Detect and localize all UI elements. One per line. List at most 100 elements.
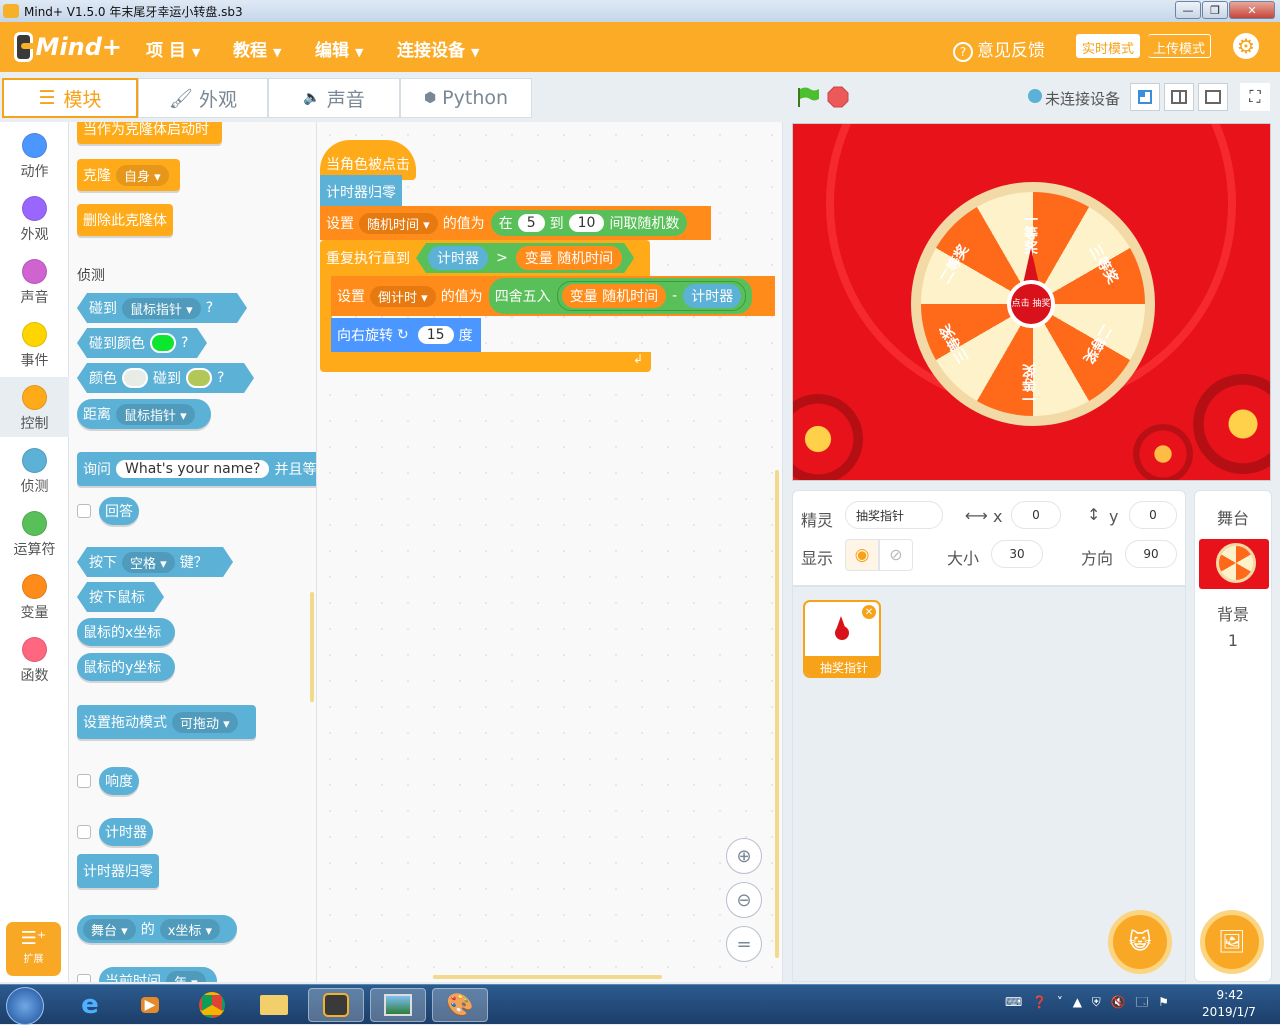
- random-to-input[interactable]: 10: [568, 214, 605, 232]
- media-player-icon[interactable]: ▶: [122, 988, 178, 1022]
- stage-canvas[interactable]: 一等奖 三等奖 二等奖 三等奖 一等奖 二等奖 点击 抽奖: [792, 123, 1271, 481]
- maximize-button[interactable]: ❐: [1202, 1, 1228, 19]
- block-touching[interactable]: 碰到 鼠标指针 ▾?: [77, 293, 247, 323]
- category-events[interactable]: 事件: [0, 314, 69, 374]
- script-vertical-scrollbar[interactable]: [775, 470, 779, 958]
- ie-browser-icon[interactable]: e: [62, 988, 118, 1022]
- tab-blocks[interactable]: ☰ 模块: [2, 78, 138, 118]
- menu-connect-device[interactable]: 连接设备 ▼: [397, 36, 479, 61]
- spin-hub-button[interactable]: 点击 抽奖: [1007, 280, 1055, 328]
- variable-reporter[interactable]: 变量 随机时间: [516, 246, 622, 270]
- drag-mode-dropdown[interactable]: 可拖动 ▾: [172, 711, 238, 733]
- block-color-touching-color[interactable]: 颜色 碰到?: [77, 363, 254, 393]
- green-flag-icon[interactable]: [796, 86, 820, 108]
- category-variables[interactable]: 变量: [0, 566, 69, 626]
- key-dropdown[interactable]: 空格 ▾: [122, 552, 175, 573]
- block-attribute-of[interactable]: 舞台 ▾ 的 x坐标 ▾: [77, 915, 237, 943]
- stage-dropdown[interactable]: 舞台 ▾: [83, 918, 136, 940]
- random-from-input[interactable]: 5: [517, 214, 545, 232]
- block-mouse-x[interactable]: 鼠标的x坐标: [77, 618, 175, 646]
- hat-when-sprite-clicked[interactable]: 当角色被点击: [320, 140, 416, 180]
- category-looks[interactable]: 外观: [0, 188, 69, 248]
- large-stage-layout-icon[interactable]: [1198, 83, 1228, 111]
- tab-python[interactable]: ⬢ Python: [400, 78, 532, 118]
- block-mouse-down[interactable]: 按下鼠标: [77, 582, 164, 612]
- variable-reporter-2[interactable]: 变量 随机时间: [561, 284, 667, 308]
- category-operators[interactable]: 运算符: [0, 503, 69, 563]
- block-current-time[interactable]: 当前时间年 ▾: [99, 967, 217, 982]
- block-distance-to[interactable]: 距离 鼠标指针 ▾: [77, 399, 211, 429]
- subtract-reporter[interactable]: 变量 随机时间 - 计时器: [556, 281, 747, 311]
- feedback-button[interactable]: ? 意见反馈: [953, 36, 1045, 62]
- tray-icons[interactable]: ⌨ ❓ ˅ ▲ ⛨ 🔇 🗔 ⚑: [1005, 993, 1172, 1014]
- script-horizontal-scrollbar[interactable]: [433, 975, 662, 979]
- degrees-input[interactable]: 15: [417, 326, 454, 344]
- clock-time[interactable]: 9:42: [1200, 988, 1260, 1002]
- close-window-button[interactable]: ✕: [1229, 1, 1275, 19]
- block-mouse-y[interactable]: 鼠标的y坐标: [77, 653, 175, 681]
- zoom-in-icon[interactable]: ⊕: [726, 838, 762, 874]
- start-button-icon[interactable]: [6, 987, 44, 1025]
- realtime-mode-button[interactable]: 实时模式: [1076, 34, 1141, 58]
- block-when-clone-starts[interactable]: 当作为克隆体启动时: [77, 122, 222, 144]
- normal-stage-layout-icon[interactable]: [1164, 83, 1194, 111]
- category-functions[interactable]: 函数: [0, 629, 69, 689]
- tab-looks[interactable]: 🖌 外观: [138, 78, 268, 118]
- block-answer[interactable]: 回答: [99, 497, 139, 525]
- color-swatch[interactable]: [122, 368, 148, 388]
- block-set-random-time[interactable]: 设置 随机时间 ▾ 的值为 在 5 到 10 间取随机数: [320, 206, 711, 240]
- category-sound[interactable]: 声音: [0, 251, 69, 311]
- y-input[interactable]: 0: [1129, 501, 1177, 529]
- fullscreen-icon[interactable]: ⛶: [1240, 83, 1270, 111]
- block-turn-right[interactable]: 向右旋转 ↻ 15 度: [331, 318, 481, 352]
- stage-thumbnail[interactable]: [1199, 539, 1269, 589]
- size-input[interactable]: 30: [991, 540, 1043, 568]
- answer-checkbox[interactable]: [77, 504, 91, 518]
- menu-tutorial[interactable]: 教程 ▼: [233, 36, 281, 61]
- block-set-drag-mode[interactable]: 设置拖动模式 可拖动 ▾: [77, 705, 256, 739]
- block-create-clone[interactable]: 克隆 自身 ▾: [77, 159, 180, 191]
- block-reset-timer[interactable]: 计时器归零: [77, 854, 159, 888]
- variable-dropdown[interactable]: 随机时间 ▾: [359, 212, 438, 234]
- file-explorer-icon[interactable]: [246, 988, 302, 1022]
- tab-sound[interactable]: 🔈 声音: [268, 78, 400, 118]
- block-delete-clone[interactable]: 删除此克隆体: [77, 204, 173, 236]
- settings-gear-icon[interactable]: ⚙: [1233, 33, 1259, 59]
- block-timer[interactable]: 计时器: [99, 818, 153, 846]
- menu-project[interactable]: 项 目 ▼: [146, 36, 200, 61]
- chrome-icon[interactable]: [184, 988, 240, 1022]
- current-time-checkbox[interactable]: [77, 974, 91, 982]
- palette-scrollbar[interactable]: [310, 592, 314, 702]
- minimize-button[interactable]: —: [1175, 1, 1201, 19]
- round-reporter[interactable]: 四舍五入 变量 随机时间 - 计时器: [488, 278, 753, 314]
- pick-random-reporter[interactable]: 在 5 到 10 间取随机数: [490, 210, 688, 236]
- timer-reporter[interactable]: 计时器: [428, 246, 488, 270]
- timer-checkbox[interactable]: [77, 825, 91, 839]
- show-eye-icon[interactable]: ◉: [845, 539, 879, 571]
- sprite-name-input[interactable]: 抽奖指针: [845, 501, 943, 529]
- distance-dropdown[interactable]: 鼠标指针 ▾: [116, 403, 195, 425]
- category-sensing[interactable]: 侦测: [0, 440, 69, 500]
- block-key-pressed[interactable]: 按下 空格 ▾ 键？: [77, 547, 233, 577]
- loudness-checkbox[interactable]: [77, 774, 91, 788]
- extensions-button[interactable]: ☰⁺ 扩展: [6, 922, 61, 976]
- variable-dropdown-2[interactable]: 倒计时 ▾: [370, 285, 436, 307]
- add-backdrop-image-icon[interactable]: 🖼: [1200, 910, 1264, 974]
- block-ask-and-wait[interactable]: 询问 What's your name? 并且等: [77, 452, 316, 486]
- image-viewer-icon[interactable]: [370, 988, 426, 1022]
- zoom-out-icon[interactable]: ⊖: [726, 882, 762, 918]
- mind-plus-taskbar-icon[interactable]: [308, 988, 364, 1022]
- upload-mode-button[interactable]: 上传模式: [1148, 34, 1212, 58]
- block-repeat-until[interactable]: 重复执行直到 计时器 > 变量 随机时间: [320, 240, 650, 276]
- color-swatch[interactable]: [186, 368, 212, 388]
- timer-reporter-2[interactable]: 计时器: [683, 284, 742, 308]
- stop-icon[interactable]: [827, 86, 849, 108]
- block-set-countdown[interactable]: 设置 倒计时 ▾ 的值为 四舍五入 变量 随机时间 - 计时器: [331, 276, 775, 316]
- category-control[interactable]: 控制: [0, 377, 69, 437]
- direction-input[interactable]: 90: [1125, 540, 1177, 568]
- attribute-dropdown[interactable]: x坐标 ▾: [159, 918, 221, 940]
- x-input[interactable]: 0: [1011, 501, 1061, 529]
- block-reset-timer-script[interactable]: 计时器归零: [320, 175, 402, 209]
- color-swatch[interactable]: [150, 333, 176, 353]
- delete-sprite-icon[interactable]: ✕: [861, 604, 877, 620]
